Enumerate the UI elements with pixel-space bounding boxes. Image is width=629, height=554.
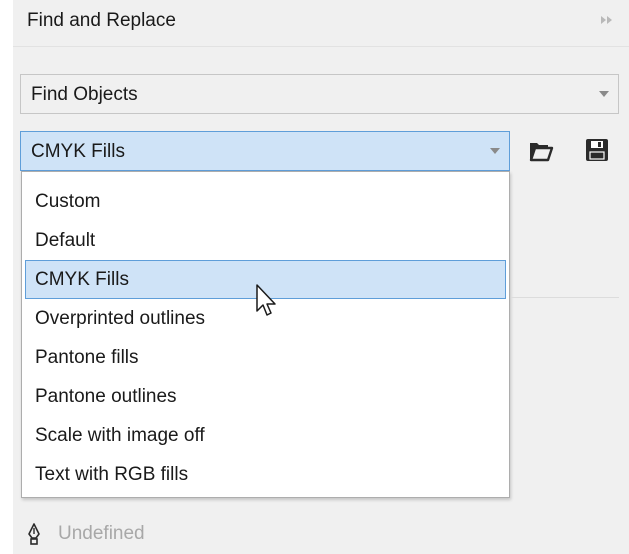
dropdown-item-text-with-rgb-fills[interactable]: Text with RGB fills [25, 455, 506, 494]
save-disk-icon[interactable] [583, 136, 611, 164]
dropdown-item-default[interactable]: Default [25, 221, 506, 260]
preset-dropdown-list: Custom Default CMYK Fills Overprinted ou… [21, 171, 510, 498]
find-mode-value: Find Objects [31, 84, 138, 105]
section-divider [511, 297, 619, 298]
preset-select[interactable]: CMYK Fills [20, 131, 510, 171]
dropdown-item-pantone-outlines[interactable]: Pantone outlines [25, 377, 506, 416]
dropdown-item-custom[interactable]: Custom [25, 182, 506, 221]
outline-value-label: Undefined [58, 523, 145, 544]
pen-nib-icon [28, 523, 40, 545]
header-divider [13, 46, 629, 47]
panel-header: Find and Replace [13, 0, 629, 46]
mouse-pointer-icon [256, 284, 276, 316]
triangle-down-icon [490, 148, 500, 154]
find-mode-select[interactable]: Find Objects [20, 74, 619, 114]
dropdown-item-scale-with-image-off[interactable]: Scale with image off [25, 416, 506, 455]
folder-open-icon[interactable] [527, 137, 555, 165]
triangle-down-icon [599, 91, 609, 97]
panel-title: Find and Replace [27, 10, 176, 31]
preset-value: CMYK Fills [31, 141, 125, 162]
double-chevron-right-icon[interactable] [597, 10, 617, 30]
dropdown-item-pantone-fills[interactable]: Pantone fills [25, 338, 506, 377]
